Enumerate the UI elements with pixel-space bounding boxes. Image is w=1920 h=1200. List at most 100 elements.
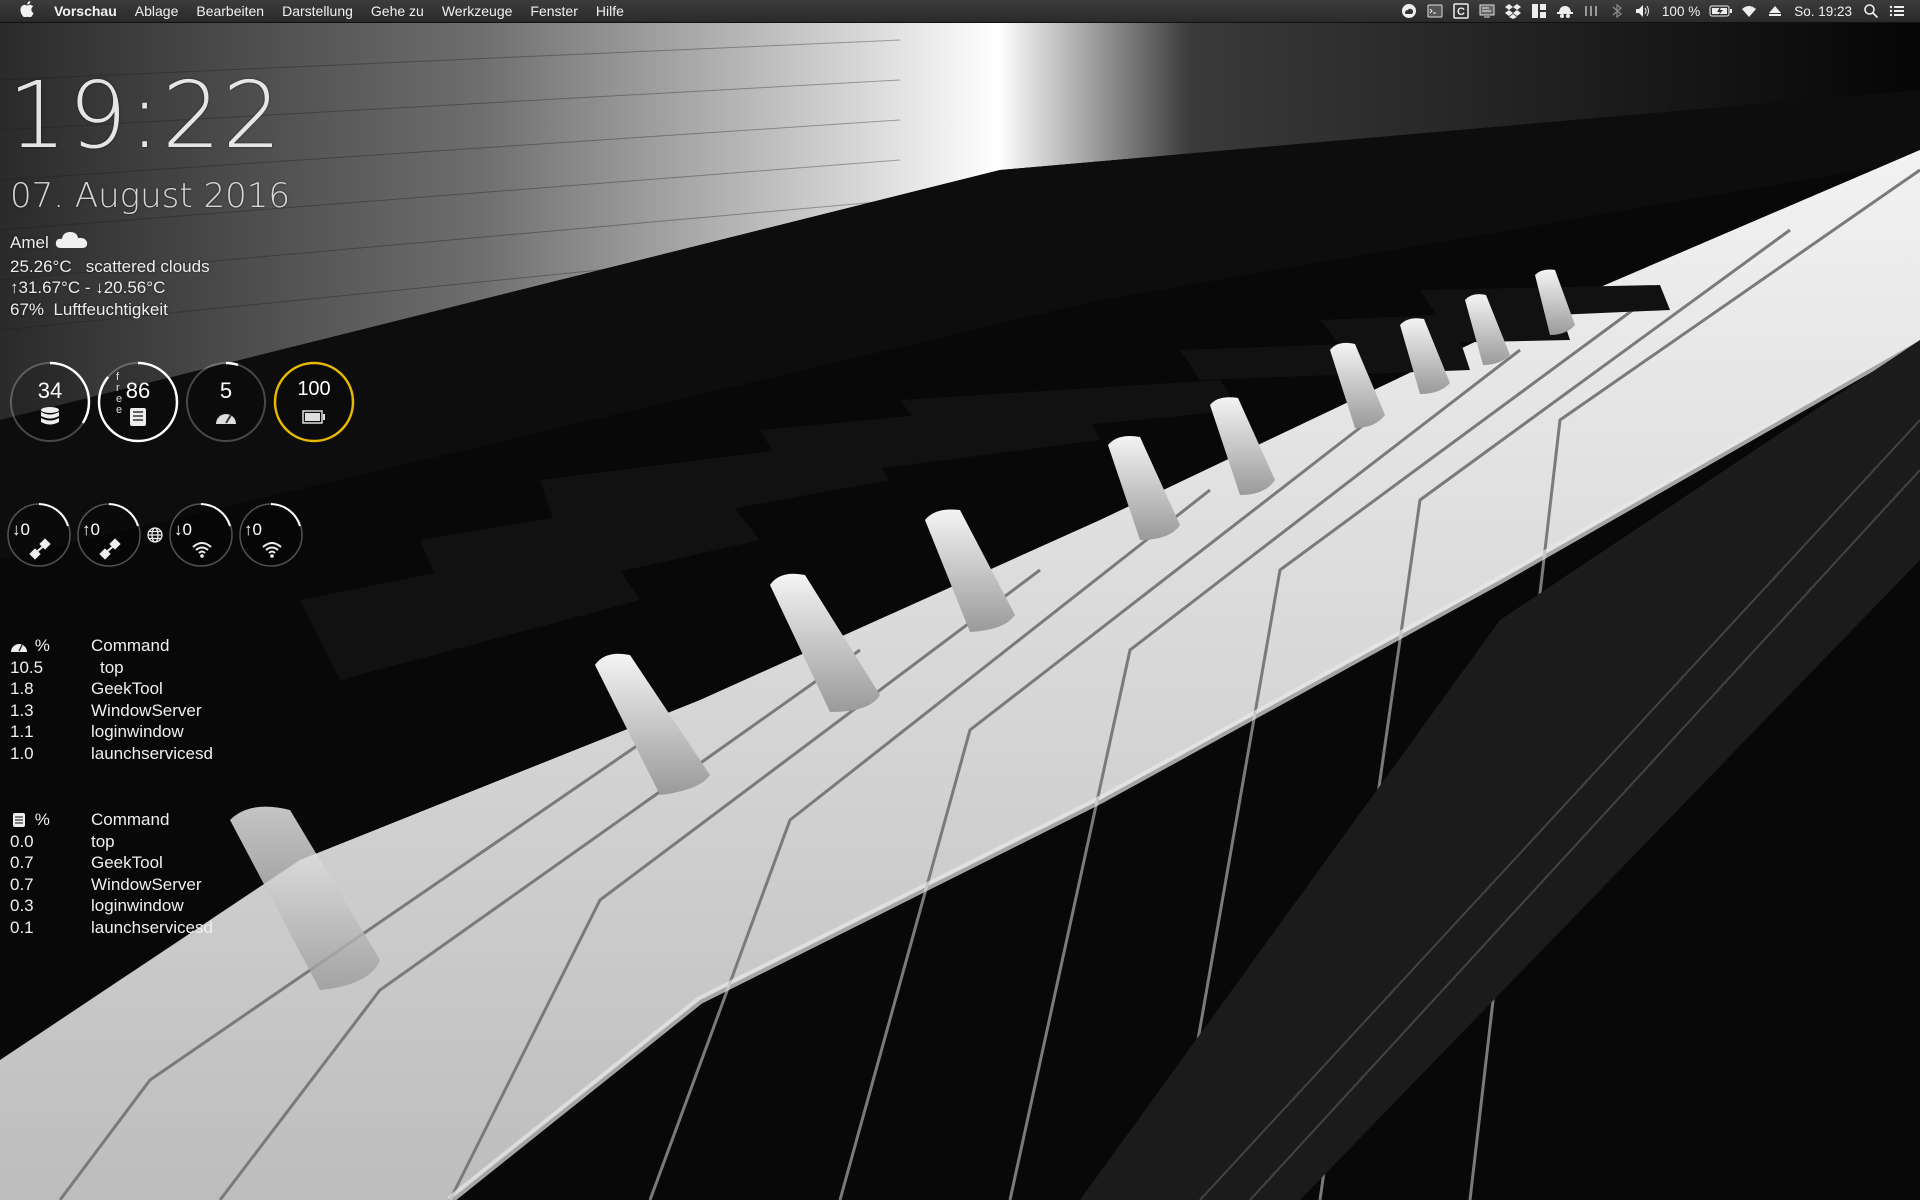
menubar-clock[interactable]: So. 19:23 [1794, 4, 1852, 19]
cpu-pct: 1.3 [10, 700, 34, 720]
process-name: GeekTool [91, 853, 163, 872]
cpu-command-header: Command [91, 636, 170, 655]
cpu-pct: 1.1 [10, 722, 34, 741]
memory-pct: 0.3 [10, 896, 34, 915]
memory-pct: 0.7 [10, 874, 34, 894]
weather-city: Amel [10, 233, 49, 252]
incognito-icon[interactable] [1554, 0, 1576, 22]
svg-text:C: C [1457, 6, 1465, 18]
table-row: 1.3 WindowServer [10, 700, 213, 722]
weather-humidity: 67% Luftfeuchtigkeit [10, 299, 168, 319]
cpu-gauge: 5 [184, 360, 268, 444]
process-name: loginwindow [91, 722, 184, 741]
memory-pct: 0.7 [10, 853, 34, 872]
wifi-icon [190, 538, 214, 560]
ram-gauge-value: 34 [37, 378, 63, 403]
desktop-date: 07. August 2016 [10, 176, 291, 216]
process-name: WindowServer [91, 874, 202, 894]
menu-bearbeiten[interactable]: Bearbeiten [187, 0, 273, 22]
table-row: 1.1 loginwindow [10, 721, 213, 743]
table-row: 1.0 launchservicesd [10, 743, 213, 765]
wifi-icon [260, 538, 284, 560]
wifi-down-value: ↓0 [174, 520, 192, 539]
memory-process-header: % Command [10, 809, 213, 831]
battery-icon[interactable] [1708, 0, 1734, 22]
creative-cloud-icon[interactable] [1398, 0, 1420, 22]
cpu-gauge-value: 5 [219, 378, 233, 403]
ethernet-up-value: ↑0 [82, 520, 100, 539]
weather-temperature: 25.26°C scattered clouds [10, 256, 210, 276]
battery-gauge-value: 100 [297, 378, 331, 400]
disk-gauge-value: 86 [125, 378, 151, 403]
process-name: launchservicesd [91, 743, 213, 763]
spotlight-icon[interactable] [1860, 0, 1882, 22]
weather-range: ↑31.67°C - ↓20.56°C [10, 278, 166, 297]
cpu-pct: 1.0 [10, 743, 34, 763]
cpu-pct: 1.8 [10, 679, 34, 698]
ethernet-down-value: ↓0 [12, 520, 30, 539]
ethernet-icon [28, 538, 52, 560]
volume-icon[interactable] [1632, 0, 1654, 22]
wifi-up-meter: ↑0 [238, 502, 304, 568]
menu-gehe-zu[interactable]: Gehe zu [362, 0, 433, 22]
memory-command-header: Command [91, 810, 170, 829]
table-row: 10.5 top [10, 657, 213, 679]
equalizer-icon[interactable] [1580, 0, 1602, 22]
table-row: 0.0 top [10, 831, 213, 853]
cpu-process-header: % Command [10, 635, 213, 657]
process-name: GeekTool [91, 679, 163, 698]
battery-percent[interactable]: 100 % [1662, 4, 1700, 19]
ethernet-icon [98, 538, 122, 560]
bluetooth-icon[interactable] [1606, 0, 1628, 22]
ethernet-up-meter: ↑0 [76, 502, 142, 568]
cpu-pct-header: % [34, 636, 50, 655]
weather-widget: Amel 25.26°C scattered clouds ↑31.67°C -… [10, 230, 210, 320]
disk-gauge: f r e e 86 [96, 360, 180, 444]
menu-bar: Vorschau Ablage Bearbeiten Darstellung G… [0, 0, 1920, 23]
speedometer-icon [214, 406, 238, 428]
notification-center-icon[interactable] [1886, 0, 1908, 22]
speedometer-icon [10, 637, 30, 653]
process-name: top [91, 831, 115, 851]
table-row: 0.7 WindowServer [10, 874, 213, 896]
menu-hilfe[interactable]: Hilfe [587, 0, 633, 22]
globe-icon [147, 527, 163, 543]
menu-werkzeuge[interactable]: Werkzeuge [433, 0, 522, 22]
menu-darstellung[interactable]: Darstellung [273, 0, 362, 22]
process-name: top [100, 657, 124, 677]
memory-process-list: % Command 0.0 top 0.7 GeekTool 0.7 WindowSe… [10, 809, 213, 938]
wifi-icon[interactable] [1738, 0, 1760, 22]
wifi-up-value: ↑0 [244, 520, 262, 539]
table-row: 0.3 loginwindow [10, 895, 213, 917]
clipboard-c-icon[interactable]: C [1450, 0, 1472, 22]
process-name: launchservicesd [91, 917, 213, 937]
screen-icon[interactable] [1476, 0, 1498, 22]
battery-gauge-icon [302, 406, 326, 428]
apple-icon[interactable] [0, 1, 54, 21]
process-name: WindowServer [91, 700, 202, 720]
desktop-clock: 19:22 [8, 62, 284, 169]
memory-pct-header: % [34, 810, 50, 829]
ram-gauge: 34 [8, 360, 92, 444]
cloud-icon [55, 230, 89, 256]
memory-pct: 0.0 [10, 831, 34, 851]
process-name: loginwindow [91, 896, 184, 915]
layout-icon[interactable] [1528, 0, 1550, 22]
menu-app-name[interactable]: Vorschau [54, 0, 126, 22]
memory-icon [10, 811, 30, 827]
eject-icon[interactable] [1764, 0, 1786, 22]
drive-icon [126, 406, 150, 428]
table-row: 0.1 launchservicesd [10, 917, 213, 939]
battery-gauge: 100 [272, 360, 356, 444]
table-row: 0.7 GeekTool [10, 852, 213, 874]
cpu-pct: 10.5 [10, 657, 44, 677]
dropbox-icon[interactable] [1502, 0, 1524, 22]
ethernet-down-meter: ↓0 [6, 502, 72, 568]
database-icon [38, 406, 62, 428]
terminal-icon[interactable] [1424, 0, 1446, 22]
menu-fenster[interactable]: Fenster [521, 0, 586, 22]
wifi-down-meter: ↓0 [168, 502, 234, 568]
cpu-process-list: % Command 10.5 top 1.8 GeekTool 1.3 WindowS… [10, 635, 213, 764]
table-row: 1.8 GeekTool [10, 678, 213, 700]
menu-ablage[interactable]: Ablage [126, 0, 188, 22]
